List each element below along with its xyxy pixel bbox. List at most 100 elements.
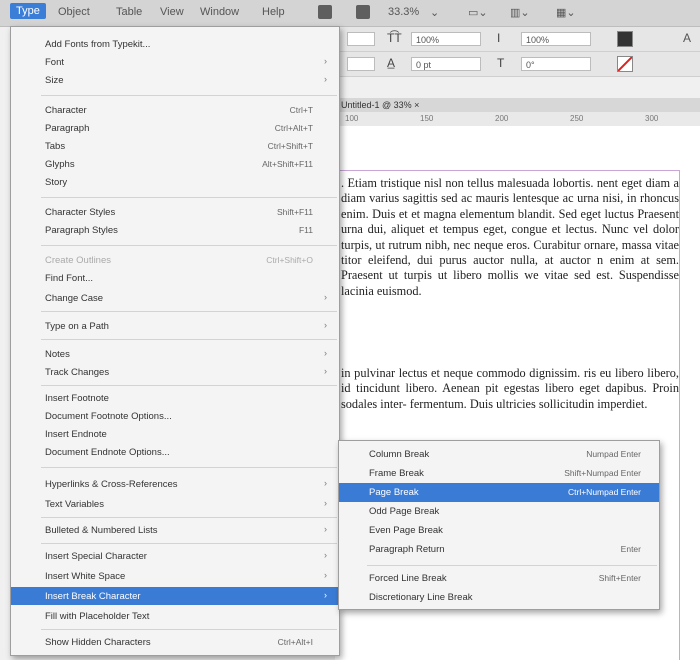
menu-item-story[interactable]: Story — [11, 173, 339, 191]
menu-item-create-outlines: Create Outlines Ctrl+Shift+O — [11, 251, 339, 269]
menu-item-change-case[interactable]: Change Case › — [11, 289, 339, 307]
menu-table[interactable]: Table — [116, 6, 142, 18]
menu-item-find-font[interactable]: Find Font... — [11, 269, 339, 287]
menu-separator — [41, 629, 337, 630]
menu-item-glyphs[interactable]: Glyphs Alt+Shift+F11 — [11, 155, 339, 173]
menu-type[interactable]: Type — [10, 3, 46, 19]
skew-field[interactable]: 0° — [521, 57, 591, 71]
menu-item-footnote-options[interactable]: Document Footnote Options... — [11, 407, 339, 425]
ruler-tick: 250 — [570, 114, 584, 123]
text-frame-top-edge — [339, 170, 679, 171]
submenu-item-odd-page-break[interactable]: Odd Page Break — [339, 502, 659, 521]
arrange-documents-icon[interactable]: ▦⌄ — [556, 6, 576, 19]
submenu-item-forced-line-break[interactable]: Forced Line Break Shift+Enter — [339, 569, 659, 588]
zoom-level[interactable]: 33.3% — [388, 6, 419, 18]
menu-item-label: Show Hidden Characters — [45, 637, 151, 648]
stock-icon[interactable] — [356, 5, 370, 19]
font-style-dropdown[interactable] — [347, 32, 375, 46]
submenu-item-discretionary-line-break[interactable]: Discretionary Line Break — [339, 588, 659, 607]
vertical-scale-field[interactable]: 100% — [411, 32, 481, 46]
submenu-item-page-break[interactable]: Page Break Ctrl+Numpad Enter — [339, 483, 659, 502]
menu-item-label: Type on a Path — [45, 321, 109, 332]
ruler-tick: 150 — [420, 114, 434, 123]
submenu-item-column-break[interactable]: Column Break Numpad Enter — [339, 445, 659, 464]
menu-item-label: Notes — [45, 349, 70, 360]
menu-item-size[interactable]: Size › — [11, 71, 339, 89]
submenu-arrow-icon: › — [324, 56, 327, 66]
submenu-item-paragraph-return[interactable]: Paragraph Return Enter — [339, 540, 659, 559]
menu-item-tabs[interactable]: Tabs Ctrl+Shift+T — [11, 137, 339, 155]
submenu-item-label: Odd Page Break — [369, 506, 440, 517]
menu-separator — [41, 197, 337, 198]
menu-object[interactable]: Object — [58, 6, 90, 18]
menu-item-insert-special-character[interactable]: Insert Special Character › — [11, 547, 339, 565]
submenu-item-label: Paragraph Return — [369, 544, 445, 555]
font-size-dropdown[interactable] — [347, 57, 375, 71]
menu-item-text-variables[interactable]: Text Variables › — [11, 495, 339, 513]
menu-separator — [41, 543, 337, 544]
menu-separator — [41, 339, 337, 340]
menu-item-label: Find Font... — [45, 273, 94, 284]
menu-item-character-styles[interactable]: Character Styles Shift+F11 — [11, 203, 339, 221]
menu-item-insert-break-character[interactable]: Insert Break Character › — [11, 587, 339, 605]
break-character-submenu: Column Break Numpad Enter Frame Break Shif… — [338, 440, 660, 610]
submenu-item-frame-break[interactable]: Frame Break Shift+Numpad Enter — [339, 464, 659, 483]
document-tab[interactable]: Untitled-1 @ 33% × — [335, 98, 700, 112]
menu-item-insert-footnote[interactable]: Insert Footnote — [11, 389, 339, 407]
menu-item-track-changes[interactable]: Track Changes › — [11, 363, 339, 381]
submenu-item-label: Frame Break — [369, 468, 424, 479]
menu-item-notes[interactable]: Notes › — [11, 345, 339, 363]
menu-item-endnote-options[interactable]: Document Endnote Options... — [11, 443, 339, 461]
menu-window[interactable]: Window — [200, 6, 239, 18]
submenu-item-even-page-break[interactable]: Even Page Break — [339, 521, 659, 540]
menu-view[interactable]: View — [160, 6, 184, 18]
horizontal-ruler: 100 150 200 250 300 — [335, 112, 700, 127]
menu-item-hyperlinks[interactable]: Hyperlinks & Cross-References › — [11, 475, 339, 493]
menu-item-label: Insert White Space — [45, 571, 126, 582]
menu-item-add-fonts[interactable]: Add Fonts from Typekit... — [11, 35, 339, 53]
menu-item-type-on-path[interactable]: Type on a Path › — [11, 317, 339, 335]
submenu-arrow-icon: › — [324, 366, 327, 376]
menu-item-insert-white-space[interactable]: Insert White Space › — [11, 567, 339, 585]
menu-help[interactable]: Help — [262, 6, 285, 18]
menu-item-label: Bulleted & Numbered Lists — [45, 525, 158, 536]
menu-item-fill-placeholder[interactable]: Fill with Placeholder Text — [11, 607, 339, 625]
menu-item-shortcut: F11 — [298, 225, 313, 235]
body-paragraph-1[interactable]: . Etiam tristique nisl non tellus malesu… — [341, 176, 679, 299]
menu-item-insert-endnote[interactable]: Insert Endnote — [11, 425, 339, 443]
menu-item-paragraph[interactable]: Paragraph Ctrl+Alt+T — [11, 119, 339, 137]
menu-item-font[interactable]: Font › — [11, 53, 339, 71]
stroke-none-icon[interactable] — [617, 56, 633, 72]
screen-mode-icon[interactable]: ▥⌄ — [510, 6, 530, 19]
menu-item-paragraph-styles[interactable]: Paragraph Styles F11 — [11, 221, 339, 239]
menu-item-shortcut: Ctrl+T — [289, 105, 313, 115]
skew-icon: T — [497, 56, 505, 70]
submenu-arrow-icon: › — [324, 348, 327, 358]
menu-item-show-hidden-characters[interactable]: Show Hidden Characters Ctrl+Alt+I — [11, 633, 339, 651]
menu-separator — [41, 311, 337, 312]
submenu-item-shortcut: Shift+Enter — [598, 573, 641, 583]
menu-item-character[interactable]: Character Ctrl+T — [11, 101, 339, 119]
menu-item-shortcut: Shift+F11 — [277, 207, 313, 217]
chevron-down-icon[interactable]: ⌄ — [430, 6, 439, 19]
body-paragraph-2[interactable]: in pulvinar lectus et neque commodo dign… — [341, 366, 679, 412]
menu-bar: Type Object Table View Window Help 33.3%… — [0, 0, 700, 27]
baseline-shift-field[interactable]: 0 pt — [411, 57, 481, 71]
menu-item-bulleted-lists[interactable]: Bulleted & Numbered Lists › — [11, 521, 339, 539]
ruler-tick: 100 — [345, 114, 359, 123]
submenu-item-shortcut: Shift+Numpad Enter — [564, 468, 641, 478]
font-size-icon: T͡T — [387, 31, 402, 45]
view-options-icon[interactable]: ▭⌄ — [468, 6, 488, 19]
menu-item-label: Story — [45, 177, 68, 188]
horizontal-scale-field[interactable]: 100% — [521, 32, 591, 46]
menu-item-label: Glyphs — [45, 159, 75, 170]
submenu-separator — [367, 565, 657, 566]
submenu-arrow-icon: › — [324, 292, 327, 302]
type-menu: Add Fonts from Typekit... Font › Size › Ch… — [10, 26, 340, 656]
menu-item-label: Paragraph Styles — [45, 225, 118, 236]
menu-item-label: Character — [45, 105, 87, 116]
text-fill-icon[interactable] — [617, 31, 633, 47]
menu-item-label: Tabs — [45, 141, 66, 152]
menu-item-label: Paragraph — [45, 123, 90, 134]
bridge-icon[interactable] — [318, 5, 332, 19]
